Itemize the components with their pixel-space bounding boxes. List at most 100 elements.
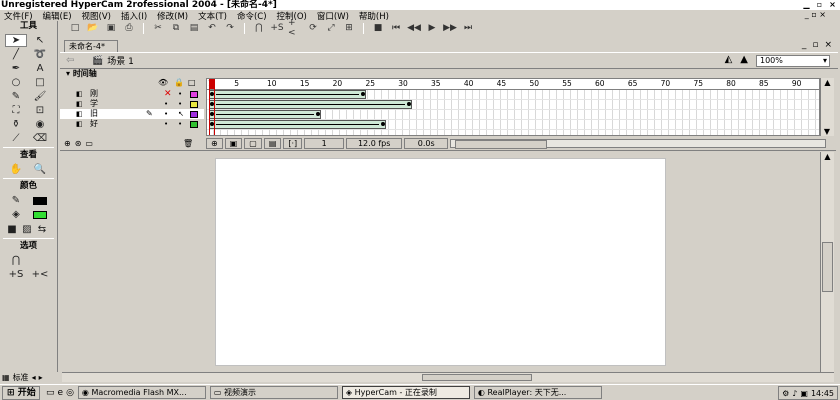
menu-view[interactable]: 视图(V) (82, 10, 111, 22)
menu-modify[interactable]: 修改(M) (157, 10, 188, 22)
standard-tab[interactable]: 标准 (13, 372, 29, 383)
brush-tool-icon[interactable]: 🖌 (29, 90, 51, 103)
add-folder-icon[interactable]: ▭ (85, 139, 93, 148)
scene-name[interactable]: 场景 1 (107, 54, 134, 67)
step-back-icon[interactable]: ◀◀ (407, 22, 421, 34)
tab-prev-icon[interactable]: ◂ (32, 373, 36, 382)
stage-horizontal-scrollbar[interactable] (62, 372, 834, 382)
straighten-icon[interactable]: +< (288, 18, 302, 38)
text-tool-icon[interactable]: A (29, 62, 51, 75)
menu-edit[interactable]: 编辑(E) (43, 10, 72, 22)
add-layer-icon[interactable]: ⊕ (64, 139, 71, 148)
taskbar-flash[interactable]: ◉ Macromedia Flash MX... (77, 386, 206, 399)
eyedropper-tool-icon[interactable]: ⟋ (5, 132, 27, 145)
minimize-icon[interactable]: ▁ (801, 0, 812, 9)
frame-row[interactable] (207, 90, 819, 100)
layer-row[interactable]: ◧ 学 • • (60, 99, 204, 109)
chevron-down-icon[interactable]: ▾ (823, 56, 827, 66)
document-window-controls[interactable]: _ ▫ × (805, 10, 826, 19)
ime-icon[interactable]: ⚙ (782, 389, 789, 398)
lock-dot-icon[interactable]: • (178, 119, 182, 129)
desktop-icon[interactable]: ▭ (46, 388, 55, 398)
start-button[interactable]: ⊞ 开始 (2, 385, 40, 400)
layer-name[interactable]: 学 (90, 99, 98, 109)
rotate-icon[interactable]: ⟳ (306, 22, 320, 34)
menu-file[interactable]: 文件(F) (4, 10, 33, 22)
menu-commands[interactable]: 命令(C) (237, 10, 267, 22)
straighten-option-icon[interactable]: +< (29, 268, 51, 281)
redo-icon[interactable]: ↷ (223, 22, 237, 34)
align-icon[interactable]: ⊞ (342, 22, 356, 34)
lasso-tool-icon[interactable]: ➰ (29, 48, 51, 61)
stroke-color-swatch[interactable] (29, 194, 51, 207)
timeline-vertical-scrollbar[interactable]: ▲ ▼ (820, 78, 834, 136)
smooth-icon[interactable]: +S (270, 22, 284, 34)
oval-tool-icon[interactable]: ○ (5, 76, 27, 89)
frames-area[interactable]: 1 5 10 15 20 25 30 35 40 45 50 55 60 65 70 75 80 85 90 (206, 78, 820, 136)
eye-icon[interactable]: 👁 (158, 78, 168, 87)
menu-text[interactable]: 文本(T) (198, 10, 227, 22)
stage-canvas[interactable] (215, 158, 666, 366)
zoom-tool-icon[interactable]: 🔍 (29, 163, 51, 176)
stop-icon[interactable]: ■ (371, 22, 385, 34)
center-frame-icon[interactable]: ⊕ (206, 137, 223, 149)
cut-icon[interactable]: ✂ (151, 22, 165, 34)
arrow-tool-icon[interactable]: ➤ (5, 34, 27, 47)
fill-transform-tool-icon[interactable]: ⊡ (29, 104, 51, 117)
frame-row[interactable] (207, 110, 819, 120)
scroll-up-icon[interactable]: ▲ (821, 78, 834, 87)
pen-tool-icon[interactable]: ✒ (5, 62, 27, 75)
taskbar-hypercam[interactable]: ◈ HyperCam - 正在录制 (341, 386, 470, 399)
add-guide-layer-icon[interactable]: ⊛ (75, 139, 82, 148)
menu-insert[interactable]: 插入(I) (121, 10, 147, 22)
frame-rate[interactable]: 12.0 fps (346, 137, 403, 149)
timeline-header[interactable]: ▾ 时间轴 (62, 69, 202, 78)
ink-bottle-tool-icon[interactable]: ⚱ (5, 118, 27, 131)
free-transform-tool-icon[interactable]: ⛶ (5, 104, 27, 117)
paste-icon[interactable]: ▤ (187, 22, 201, 34)
layer-row[interactable]: ◧ 刚 ✕ • (60, 89, 204, 99)
layer-color-box[interactable] (190, 91, 198, 98)
swap-colors-icon[interactable]: ⇆ (35, 223, 49, 236)
taskbar-realplayer[interactable]: ◐ RealPlayer: 天下无... (473, 386, 602, 399)
print-icon[interactable]: ⎙ (122, 22, 136, 34)
snap-to-objects-icon[interactable]: ⋂ (5, 254, 27, 267)
eye-dot-icon[interactable]: • (164, 99, 168, 109)
black-white-icon[interactable]: ■ (5, 223, 19, 236)
undo-icon[interactable]: ↶ (205, 22, 219, 34)
layer-color-box[interactable] (190, 101, 198, 108)
maximize-icon[interactable]: ▫ (814, 0, 825, 9)
layer-name[interactable]: 旧 (90, 109, 98, 119)
network-icon[interactable]: ▣ (800, 389, 808, 398)
scroll-down-icon[interactable]: ▼ (821, 127, 833, 136)
menu-help[interactable]: 帮助(H) (359, 10, 389, 22)
outline-icon[interactable]: □ (188, 78, 196, 87)
frame-row[interactable] (207, 100, 819, 110)
line-tool-icon[interactable]: ╱ (5, 48, 27, 61)
paint-bucket-tool-icon[interactable]: ◉ (29, 118, 51, 131)
edit-multiple-icon[interactable]: ▤ (263, 137, 282, 149)
hand-tool-icon[interactable]: ✋ (5, 163, 27, 176)
scroll-up-icon[interactable]: ▲ (821, 152, 834, 161)
doc-restore-icon[interactable]: ▫ (812, 40, 818, 50)
lock-icon[interactable]: 🔒 (174, 78, 184, 87)
eye-dot-icon[interactable]: • (164, 109, 168, 119)
playhead[interactable] (209, 79, 215, 135)
doc-close-icon[interactable]: × (824, 40, 832, 50)
pencil-tool-icon[interactable]: ✎ (5, 90, 27, 103)
browser-icon[interactable]: e (58, 388, 64, 398)
new-file-icon[interactable]: □ (68, 22, 82, 34)
frame-ruler[interactable]: 1 5 10 15 20 25 30 35 40 45 50 55 60 65 70 75 80 85 90 (207, 79, 819, 90)
stage-vertical-scrollbar[interactable]: ▲ (820, 152, 834, 372)
layer-row-selected[interactable]: ◧ 旧 ✎ • ↖ (60, 109, 204, 119)
go-to-end-icon[interactable]: ⏭ (461, 22, 475, 34)
fill-color-swatch[interactable] (29, 208, 51, 221)
onion-markers-icon[interactable]: [·] (283, 137, 303, 149)
hidden-x-icon[interactable]: ✕ (164, 89, 172, 99)
snap-magnet-icon[interactable]: ⋂ (252, 22, 266, 34)
stroke-color-icon[interactable]: ✎ (5, 194, 27, 207)
scroll-thumb[interactable] (422, 374, 532, 381)
rewind-icon[interactable]: ⏮ (389, 22, 403, 34)
media-icon[interactable]: ◎ (66, 388, 74, 398)
layer-color-box[interactable] (190, 121, 198, 128)
